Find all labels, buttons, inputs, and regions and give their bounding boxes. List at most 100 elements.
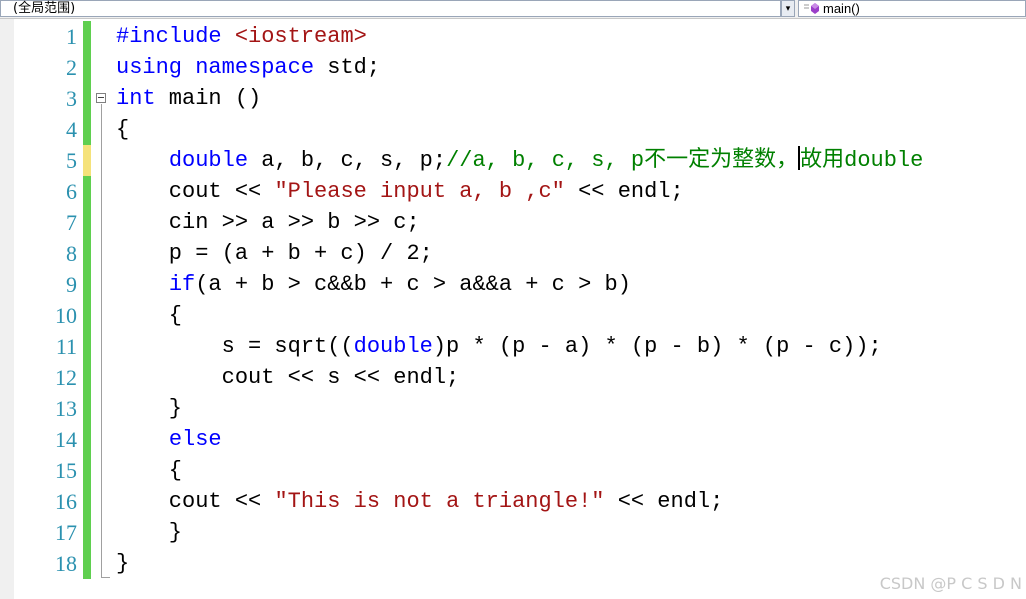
code-token: namespace xyxy=(195,55,315,80)
line-number: 18 xyxy=(55,551,77,576)
line-number: 8 xyxy=(66,241,77,266)
saved-change-marker xyxy=(83,114,91,145)
code-line[interactable]: } xyxy=(116,517,182,548)
code-line[interactable]: { xyxy=(116,455,182,486)
saved-change-marker xyxy=(83,52,91,83)
code-token: cout << xyxy=(116,179,275,204)
code-token: cin >> a >> b >> c; xyxy=(116,210,420,235)
code-token: main () xyxy=(155,86,262,111)
line-number: 6 xyxy=(66,179,77,204)
code-token: } xyxy=(116,551,130,576)
saved-change-marker xyxy=(83,300,91,331)
line-number: 15 xyxy=(55,458,77,483)
code-line[interactable]: cout << "Please input a, b ,c" << endl; xyxy=(116,176,684,207)
code-line[interactable]: cout << s << endl; xyxy=(116,362,460,393)
code-token: << endl; xyxy=(564,179,684,204)
code-token: cout << s << endl; xyxy=(116,365,460,390)
code-token: { xyxy=(116,117,130,142)
saved-change-marker xyxy=(83,548,91,579)
saved-change-marker xyxy=(83,393,91,424)
line-number: 7 xyxy=(66,210,77,235)
outline-guide-end xyxy=(101,577,110,578)
member-label: main() xyxy=(823,1,860,16)
scope-dropdown[interactable]: (全局范围) xyxy=(0,0,781,17)
indicator-margin xyxy=(0,19,14,599)
code-token: 故用double xyxy=(800,148,924,173)
line-number: 13 xyxy=(55,396,77,421)
code-token: double xyxy=(353,334,433,359)
scope-label: (全局范围) xyxy=(13,1,76,16)
code-token: s = sqrt(( xyxy=(116,334,354,359)
saved-change-marker xyxy=(83,362,91,393)
saved-change-marker xyxy=(83,455,91,486)
line-number: 4 xyxy=(66,117,77,142)
code-line[interactable]: double a, b, c, s, p;//a, b, c, s, p不一定为… xyxy=(116,145,923,176)
scope-dropdown-arrow[interactable]: ▾ xyxy=(781,0,795,17)
code-line[interactable]: if(a + b > c&&b + c > a&&a + c > b) xyxy=(116,269,631,300)
code-token: )p * (p - a) * (p - b) * (p - c)); xyxy=(432,334,882,359)
saved-change-marker xyxy=(83,83,91,114)
code-token: else xyxy=(168,427,222,452)
line-number: 11 xyxy=(55,334,77,359)
code-token: //a, b, c, s, p不一定为整数， xyxy=(446,148,799,173)
unsaved-change-marker xyxy=(83,145,91,176)
line-number: 10 xyxy=(55,303,77,328)
code-line[interactable]: else xyxy=(116,424,222,455)
code-line[interactable]: cout << "This is not a triangle!" << end… xyxy=(116,486,724,517)
line-number: 16 xyxy=(55,489,77,514)
code-editor[interactable]: 1 2 3 4 5 6 7 8 9 10 11 12 13 14 15 16 17 18 #include <io… xyxy=(0,19,1026,599)
method-icon xyxy=(804,3,819,14)
line-number: 1 xyxy=(66,24,77,49)
saved-change-marker xyxy=(83,21,91,52)
collapse-toggle-icon[interactable] xyxy=(96,93,106,103)
code-token: { xyxy=(116,458,183,483)
saved-change-marker xyxy=(83,269,91,300)
code-token: int xyxy=(116,86,156,111)
code-token: #include xyxy=(116,24,235,49)
code-token: <iostream> xyxy=(234,24,367,49)
code-token: } xyxy=(116,520,183,545)
code-token: (a + b > c&&b + c > a&&a + c > b) xyxy=(195,272,631,297)
code-token: cout << xyxy=(116,489,275,514)
line-number: 9 xyxy=(66,272,77,297)
code-line[interactable]: using namespace std; xyxy=(116,52,380,83)
code-token: { xyxy=(116,303,183,328)
code-line[interactable]: s = sqrt((double)p * (p - a) * (p - b) *… xyxy=(116,331,882,362)
saved-change-marker xyxy=(83,238,91,269)
code-token: std; xyxy=(314,55,381,80)
line-number: 5 xyxy=(66,148,77,173)
saved-change-marker xyxy=(83,424,91,455)
code-line[interactable]: cin >> a >> b >> c; xyxy=(116,207,420,238)
saved-change-marker xyxy=(83,331,91,362)
line-number: 2 xyxy=(66,55,77,80)
saved-change-marker xyxy=(83,486,91,517)
member-dropdown[interactable]: main() xyxy=(798,0,1026,17)
code-line[interactable]: #include <iostream> xyxy=(116,21,367,52)
code-line[interactable]: } xyxy=(116,548,129,579)
code-token: a, b, c, s, p; xyxy=(248,148,447,173)
navigation-bar: (全局范围) ▾ main() xyxy=(0,0,1026,19)
saved-change-marker xyxy=(83,517,91,548)
code-token: p = (a + b + c) / 2; xyxy=(116,241,433,266)
code-line[interactable]: int main () xyxy=(116,83,261,114)
outline-guide xyxy=(101,104,102,578)
code-line[interactable]: { xyxy=(116,114,129,145)
saved-change-marker xyxy=(83,207,91,238)
code-token: if xyxy=(168,272,196,297)
code-line[interactable]: } xyxy=(116,393,182,424)
code-line[interactable]: p = (a + b + c) / 2; xyxy=(116,238,433,269)
code-token: "Please input a, b ,c" xyxy=(274,179,565,204)
line-number: 3 xyxy=(66,86,77,111)
code-token: << endl; xyxy=(604,489,724,514)
saved-change-marker xyxy=(83,176,91,207)
code-line[interactable]: { xyxy=(116,300,182,331)
code-token: } xyxy=(116,396,183,421)
line-number: 14 xyxy=(55,427,77,452)
code-token: "This is not a triangle!" xyxy=(274,489,605,514)
line-number: 17 xyxy=(55,520,77,545)
code-token: using xyxy=(116,55,183,80)
watermark: CSDN @P C S D N xyxy=(879,574,1022,593)
